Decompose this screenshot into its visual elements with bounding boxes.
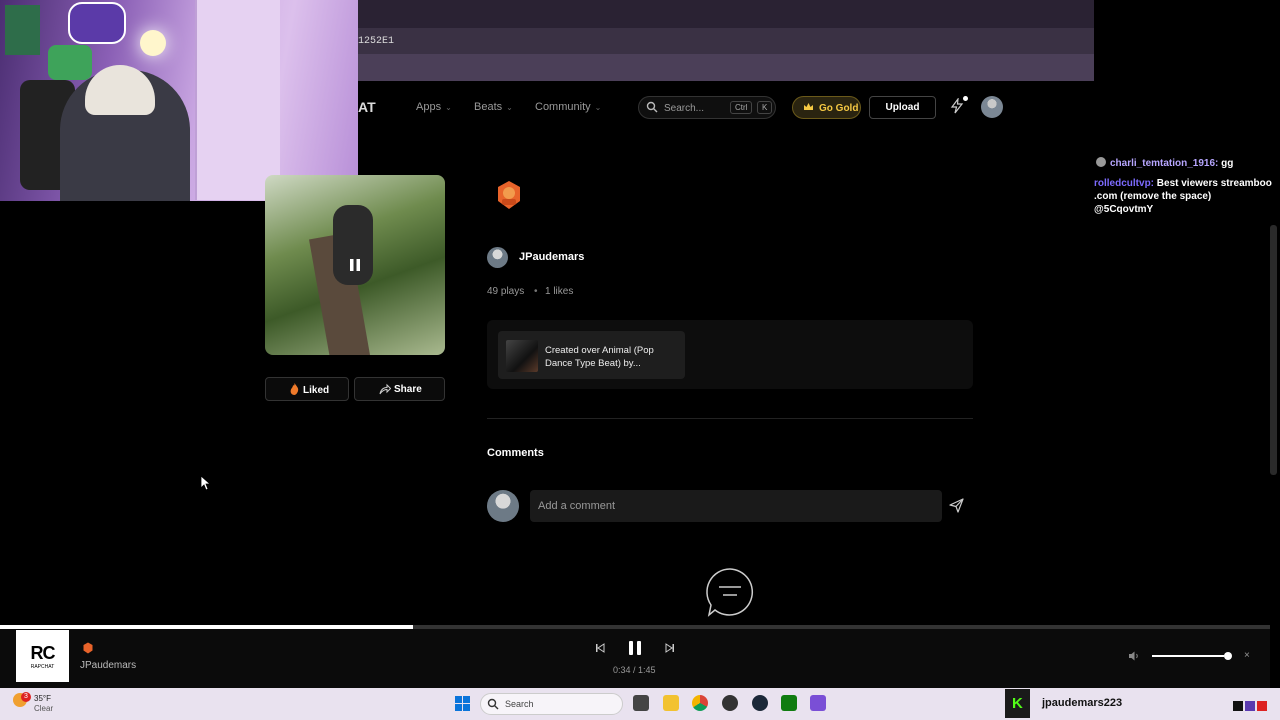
next-track-icon[interactable] bbox=[664, 642, 676, 654]
liked-label: Liked bbox=[303, 385, 330, 396]
chat-avatar bbox=[1096, 157, 1106, 167]
chevron-down-icon: ⌄ bbox=[594, 103, 602, 112]
webcam-door bbox=[195, 0, 280, 200]
chevron-down-icon: ⌄ bbox=[445, 103, 452, 112]
go-gold-label: Go Gold bbox=[819, 103, 859, 114]
previous-track-icon[interactable] bbox=[594, 642, 606, 654]
weather-condition: Clear bbox=[34, 704, 54, 713]
volume-knob[interactable] bbox=[1224, 652, 1232, 660]
nav-apps-label: Apps bbox=[416, 101, 442, 113]
send-icon[interactable] bbox=[949, 498, 964, 513]
nav-community[interactable]: Community ⌄ bbox=[535, 101, 601, 113]
share-icon bbox=[379, 383, 391, 395]
rank-badge-icon bbox=[83, 642, 93, 654]
page-scrollbar[interactable] bbox=[1270, 225, 1277, 475]
taskbar-search-label: Search bbox=[505, 699, 534, 709]
windows-start-icon[interactable] bbox=[455, 696, 470, 711]
rapchat-logo-subtext: RAPCHAT bbox=[30, 664, 55, 670]
chrome-icon[interactable] bbox=[692, 695, 708, 711]
playback-time: 0:34 / 1:45 bbox=[613, 665, 656, 675]
browser-tab-strip bbox=[358, 0, 1094, 28]
pause-icon[interactable] bbox=[627, 640, 643, 656]
kbd-ctrl: Ctrl bbox=[730, 101, 753, 114]
kick-username: jpaudemars223 bbox=[1042, 697, 1123, 709]
pause-icon[interactable] bbox=[348, 258, 362, 272]
chat-username: charli_temtation_1916: bbox=[1110, 158, 1219, 169]
share-button[interactable]: Share bbox=[354, 377, 445, 401]
taskbar-search[interactable]: Search bbox=[480, 693, 623, 715]
player-bar bbox=[0, 629, 1270, 688]
divider bbox=[487, 418, 973, 419]
comment-user-avatar bbox=[487, 490, 519, 522]
webcam-overlay bbox=[0, 0, 358, 201]
site-search[interactable]: Search... Ctrl K bbox=[638, 96, 776, 119]
close-player-button[interactable]: × bbox=[1244, 650, 1250, 661]
beat-title: Created over Animal (Pop Dance Type Beat… bbox=[545, 345, 654, 369]
user-avatar[interactable] bbox=[981, 96, 1003, 118]
calculator-icon[interactable] bbox=[810, 695, 826, 711]
artist-name[interactable]: JPaudemars bbox=[519, 251, 584, 263]
steam-icon[interactable] bbox=[752, 695, 768, 711]
weather-temp: 35°F bbox=[34, 694, 51, 703]
separator-dot: • bbox=[534, 286, 538, 297]
rapchat-logo[interactable]: RC RAPCHAT bbox=[16, 630, 69, 682]
volume-icon[interactable] bbox=[1128, 650, 1140, 662]
task-view-icon[interactable] bbox=[633, 695, 649, 711]
search-icon bbox=[646, 101, 658, 113]
mouse-cursor-icon bbox=[201, 476, 211, 491]
url-fragment: 1252E1 bbox=[358, 36, 395, 47]
comments-heading: Comments bbox=[487, 447, 544, 459]
webcam-poster bbox=[5, 5, 40, 55]
artist-avatar[interactable] bbox=[487, 247, 508, 268]
volume-fill bbox=[1152, 655, 1225, 657]
chat-message: charli_temtation_1916: gg bbox=[1094, 157, 1272, 170]
liked-button[interactable]: Liked bbox=[265, 377, 349, 401]
chat-username: rolledcultvp: bbox=[1094, 178, 1155, 189]
search-placeholder: Search... bbox=[664, 103, 705, 114]
color-swatches bbox=[1233, 698, 1269, 716]
webcam-lamp bbox=[140, 30, 166, 56]
share-label: Share bbox=[394, 384, 422, 395]
rapchat-logo-text: RC bbox=[30, 643, 56, 663]
notification-dot bbox=[963, 96, 968, 101]
kbd-k: K bbox=[757, 101, 773, 114]
player-artist[interactable]: JPaudemars bbox=[80, 660, 136, 671]
bookmark-bar bbox=[358, 54, 1094, 81]
kick-icon[interactable]: K bbox=[1005, 689, 1030, 718]
beat-thumbnail bbox=[506, 340, 538, 372]
play-count: 49 plays bbox=[487, 286, 525, 297]
chat-text: gg bbox=[1221, 158, 1234, 169]
lightning-icon[interactable] bbox=[950, 98, 964, 114]
obs-icon[interactable] bbox=[722, 695, 738, 711]
comment-input[interactable] bbox=[530, 490, 942, 522]
xbox-icon[interactable] bbox=[781, 695, 797, 711]
crown-icon bbox=[804, 103, 813, 110]
stream-chat: charli_temtation_1916: gg rolledcultvp: … bbox=[1094, 150, 1272, 223]
like-count: 1 likes bbox=[545, 286, 574, 297]
file-explorer-icon[interactable] bbox=[663, 695, 679, 711]
search-icon bbox=[487, 698, 499, 710]
address-bar[interactable]: 1252E1 bbox=[358, 28, 1094, 54]
flame-icon bbox=[290, 383, 299, 395]
rank-badge-icon bbox=[498, 181, 520, 209]
weather-badge: 3 bbox=[21, 692, 31, 702]
cover-figure bbox=[333, 205, 373, 285]
nav-apps[interactable]: Apps ⌄ bbox=[416, 101, 452, 113]
nav-community-label: Community bbox=[535, 101, 591, 113]
site-logo[interactable]: AT bbox=[358, 99, 376, 115]
upload-button[interactable]: Upload bbox=[869, 96, 936, 119]
webcam-dino-sign bbox=[48, 45, 92, 80]
chat-bubble-icon[interactable] bbox=[705, 567, 755, 617]
chat-message: rolledcultvp: Best viewers streamboo .co… bbox=[1094, 177, 1272, 216]
nav-beats[interactable]: Beats ⌄ bbox=[474, 101, 513, 113]
go-gold-button[interactable]: Go Gold bbox=[792, 96, 861, 119]
chevron-down-icon: ⌄ bbox=[506, 103, 513, 112]
nav-beats-label: Beats bbox=[474, 101, 503, 113]
webcam-controller-sign bbox=[68, 2, 126, 44]
